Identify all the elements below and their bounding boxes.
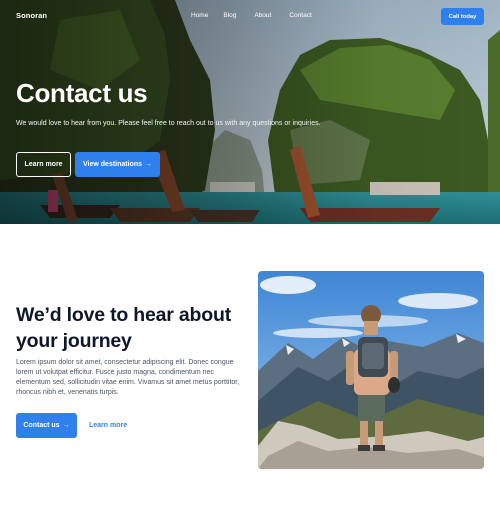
nav-link-blog[interactable]: Blog — [223, 12, 236, 19]
arrow-right-icon: → — [145, 161, 152, 168]
nav-link-home[interactable]: Home — [191, 12, 208, 19]
brand-logo[interactable]: Sonoran — [16, 11, 47, 20]
learn-more-link[interactable]: Learn more — [89, 422, 127, 429]
arrow-right-icon: → — [62, 422, 70, 429]
page-title: Contact us — [16, 78, 148, 108]
nav-link-contact[interactable]: Contact — [289, 12, 311, 19]
call-today-button[interactable]: Call today — [441, 8, 484, 25]
contact-us-label: Contact us — [23, 422, 60, 429]
hiker-mountain-photo — [258, 271, 484, 469]
nav-links: Home Blog About Contact — [191, 12, 330, 19]
view-destinations-button[interactable]: View destinations → — [75, 152, 160, 177]
learn-more-button[interactable]: Learn more — [16, 152, 71, 177]
hero-section: Sonoran Home Blog About Contact Call tod… — [0, 0, 500, 224]
contact-us-button[interactable]: Contact us → — [16, 413, 77, 438]
view-destinations-label: View destinations — [83, 161, 142, 168]
hero-subtitle: We would love to hear from you. Please f… — [16, 120, 321, 127]
section-body-text: Lorem ipsum dolor sit amet, consectetur … — [16, 359, 240, 396]
top-navigation: Sonoran Home Blog About Contact Call tod… — [0, 0, 500, 32]
hero-overlay — [0, 0, 500, 224]
nav-link-about[interactable]: About — [254, 12, 271, 19]
section-heading: We’d love to hear about your journey — [16, 304, 231, 352]
